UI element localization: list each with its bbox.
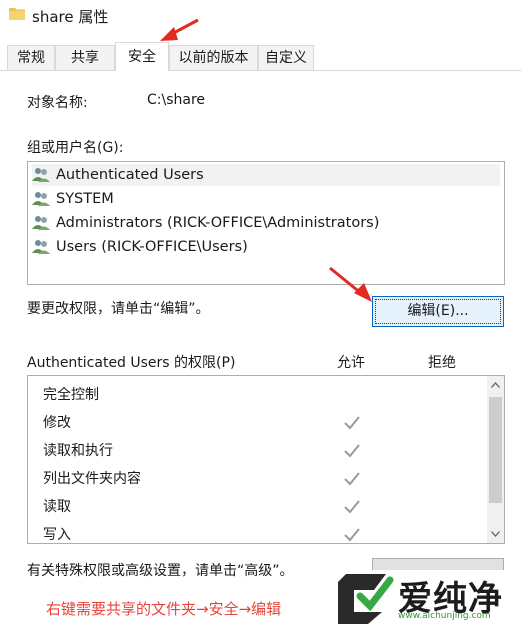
tab-security-label: 安全 xyxy=(128,49,156,65)
users-icon xyxy=(32,216,50,230)
tab-general-label: 常规 xyxy=(17,50,45,66)
permissions-list[interactable]: 完全控制 修改 读取和执行 列出文件夹内容 读取 写入 xyxy=(27,375,505,544)
permission-name: 读取和执行 xyxy=(43,443,113,459)
users-icon xyxy=(32,240,50,254)
permission-row-modify: 修改 xyxy=(43,411,71,435)
list-item-label: Authenticated Users xyxy=(56,167,204,183)
group-list-label: 组或用户名(G): xyxy=(27,140,124,156)
permission-row-full-control: 完全控制 xyxy=(43,383,99,407)
folder-icon xyxy=(9,8,25,20)
permission-row-read-execute: 读取和执行 xyxy=(43,439,113,463)
tab-sharing[interactable]: 共享 xyxy=(55,45,115,70)
instruction-caption: 右键需要共享的文件夹→安全→编辑 xyxy=(46,600,282,618)
window-title: share 属性 xyxy=(32,8,109,26)
group-user-list[interactable]: Authenticated Users SYSTEM Administrator… xyxy=(27,161,505,285)
list-item-authenticated-users[interactable]: Authenticated Users xyxy=(32,164,500,186)
allow-check-icon xyxy=(344,444,360,458)
advanced-settings-hint: 有关特殊权限或高级设置，请单击“高级”。 xyxy=(27,563,294,579)
permission-name: 完全控制 xyxy=(43,387,99,403)
tab-security[interactable]: 安全 xyxy=(115,42,169,71)
focus-rectangle xyxy=(375,299,501,324)
scroll-down-icon[interactable] xyxy=(491,531,500,537)
list-item-label: SYSTEM xyxy=(56,191,114,207)
tab-previous-versions[interactable]: 以前的版本 xyxy=(169,45,258,70)
tab-customize-label: 自定义 xyxy=(265,50,307,66)
tab-sharing-label: 共享 xyxy=(71,50,99,66)
tab-general[interactable]: 常规 xyxy=(7,45,55,70)
permission-row-write: 写入 xyxy=(43,523,71,543)
allow-check-icon xyxy=(344,500,360,514)
deny-column-header: 拒绝 xyxy=(428,355,456,371)
permission-row-read: 读取 xyxy=(43,495,71,519)
allow-check-icon xyxy=(344,528,360,542)
object-name-value: C:\share xyxy=(147,92,206,108)
object-name-label: 对象名称: xyxy=(27,95,88,111)
scroll-up-icon[interactable] xyxy=(491,382,500,388)
allow-check-icon xyxy=(344,472,360,486)
permission-name: 读取 xyxy=(43,499,71,515)
users-icon xyxy=(32,168,50,182)
permission-name: 修改 xyxy=(43,415,71,431)
tab-previous-versions-label: 以前的版本 xyxy=(178,50,249,66)
permissions-header: Authenticated Users 的权限(P) xyxy=(27,355,236,371)
allow-column-header: 允许 xyxy=(337,355,365,371)
permission-name: 写入 xyxy=(43,527,71,543)
permission-name: 列出文件夹内容 xyxy=(43,471,141,487)
watermark-url: www.aichunjing.com xyxy=(398,611,491,621)
scrollbar-thumb[interactable] xyxy=(489,397,502,503)
change-permission-hint: 要更改权限，请单击“编辑”。 xyxy=(27,301,210,317)
edit-button[interactable]: 编辑(E)... xyxy=(372,296,504,327)
tab-customize[interactable]: 自定义 xyxy=(258,45,314,70)
list-item-label: Administrators (RICK-OFFICE\Administrato… xyxy=(56,215,380,231)
permissions-scrollbar[interactable] xyxy=(487,376,504,543)
permission-row-list-folder: 列出文件夹内容 xyxy=(43,467,141,491)
users-icon xyxy=(32,192,50,206)
list-item-label: Users (RICK-OFFICE\Users) xyxy=(56,239,248,255)
allow-check-icon xyxy=(344,416,360,430)
